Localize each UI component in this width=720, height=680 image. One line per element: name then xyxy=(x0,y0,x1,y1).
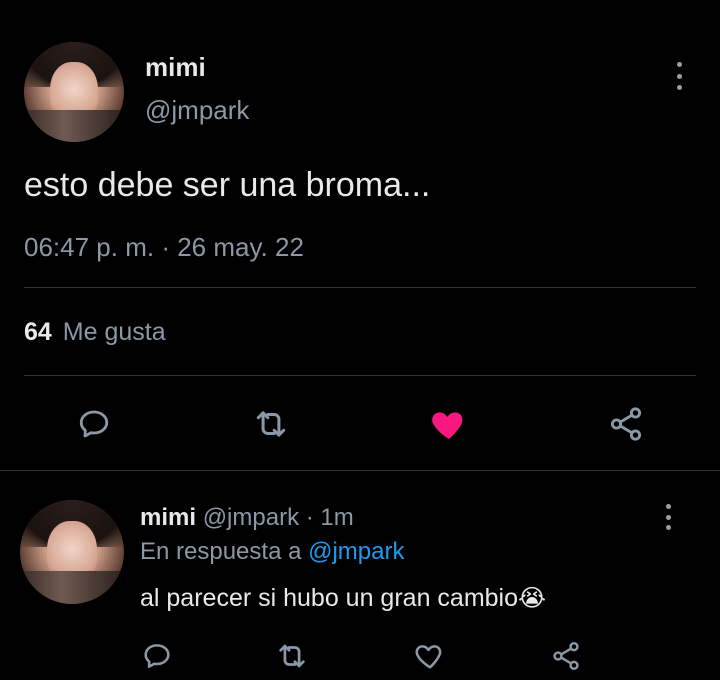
more-options-icon[interactable] xyxy=(669,62,689,90)
retweet-button[interactable] xyxy=(251,404,291,444)
reply-author-avatar[interactable] xyxy=(20,500,124,604)
tweet-time: 06:47 p. m. xyxy=(24,232,155,262)
retweet-icon xyxy=(279,644,305,668)
timestamp-separator: · xyxy=(161,232,170,262)
reply-more-options-icon[interactable] xyxy=(658,504,678,530)
section-divider xyxy=(0,470,720,471)
tweet-timestamp[interactable]: 06:47 p. m. · 26 may. 22 xyxy=(24,232,304,263)
reply-reply-button[interactable] xyxy=(138,638,176,674)
share-button[interactable] xyxy=(606,404,646,444)
reply-text-line: al parecer si hubo un gran cambio😭 xyxy=(140,584,546,613)
crying-emoji: 😭 xyxy=(518,585,547,612)
reply-separator: · xyxy=(305,504,314,531)
reply-header: mimi @jmpark · 1m xyxy=(140,504,354,532)
reply-share-button[interactable] xyxy=(547,638,585,674)
reply-button[interactable] xyxy=(74,404,114,444)
replying-to-line: En respuesta a @jmpark xyxy=(140,538,404,566)
author-avatar[interactable] xyxy=(24,42,124,142)
retweet-icon xyxy=(256,411,286,437)
reply-icon xyxy=(79,410,109,438)
divider xyxy=(24,287,696,288)
reply-like-button[interactable] xyxy=(411,638,449,674)
replying-to-link[interactable]: @jmpark xyxy=(308,538,404,565)
replying-prefix: En respuesta a xyxy=(140,538,302,565)
share-icon xyxy=(610,407,642,441)
heart-icon xyxy=(415,645,442,669)
share-icon xyxy=(553,642,579,670)
like-button[interactable] xyxy=(428,403,470,445)
author-handle[interactable]: @jmpark xyxy=(145,95,249,126)
likes-label: Me gusta xyxy=(62,318,166,346)
reply-retweet-button[interactable] xyxy=(273,638,311,674)
author-name[interactable]: mimi xyxy=(145,52,206,83)
reply-author-handle[interactable]: @jmpark xyxy=(203,504,299,531)
reply-text: al parecer si hubo un gran cambio xyxy=(140,584,519,612)
likes-summary[interactable]: 64 Me gusta xyxy=(24,318,166,347)
tweet-date: 26 may. 22 xyxy=(177,232,304,262)
reply-author-name[interactable]: mimi xyxy=(140,504,196,531)
reply-icon xyxy=(144,644,170,668)
tweet-text: esto debe ser una broma... xyxy=(24,166,431,204)
likes-count: 64 xyxy=(24,318,52,346)
reply-age[interactable]: 1m xyxy=(320,504,353,531)
heart-icon xyxy=(432,412,463,439)
divider xyxy=(24,375,696,376)
